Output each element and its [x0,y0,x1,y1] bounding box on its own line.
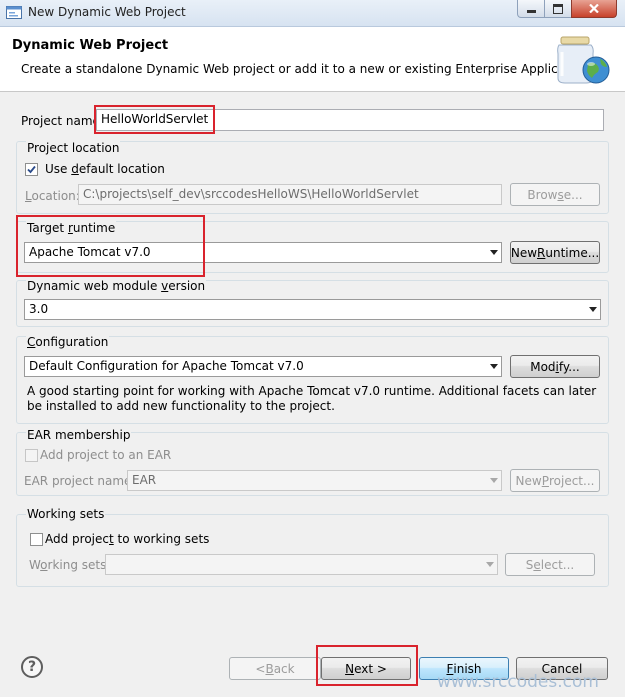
module-version-select[interactable]: 3.0 [24,299,601,320]
help-icon[interactable]: ? [21,656,43,678]
configuration-value: Default Configuration for Apache Tomcat … [29,359,304,373]
configuration-description: A good starting point for working with A… [27,384,597,413]
dropdown-arrow-icon [589,307,597,312]
maximize-icon [553,3,563,14]
ear-project-name-value: EAR [132,473,157,487]
configuration-select[interactable]: Default Configuration for Apache Tomcat … [24,356,502,377]
project-name-highlight [94,105,215,134]
ear-project-name-select[interactable]: EAR [127,470,502,491]
maximize-button[interactable] [544,0,572,18]
check-icon [27,165,36,174]
dropdown-arrow-icon [490,364,498,369]
module-version-value: 3.0 [29,302,49,316]
working-sets-label: Working sets [26,507,106,521]
wizard-description: Create a standalone Dynamic Web project … [21,62,592,76]
browse-button[interactable]: Brow s e... [510,183,600,206]
add-to-working-sets-label: Add project to working sets [45,532,210,546]
working-sets-select[interactable] [105,554,498,575]
location-input[interactable]: C:\projects\self_dev\srccodesHelloWS\Hel… [78,184,502,205]
target-runtime-highlight [16,215,205,277]
jar-globe-icon [553,34,611,86]
project-location-label: Project location [26,141,121,155]
working-sets-field-label: Working sets: [29,558,111,572]
dropdown-arrow-icon [486,562,494,567]
configuration-label: Configuration [26,335,110,349]
add-to-ear-checkbox[interactable] [25,449,38,462]
dropdown-arrow-icon [490,250,498,255]
working-sets-group [16,514,609,587]
minimize-button[interactable] [517,0,545,18]
ear-project-name-label: EAR project name: [24,474,136,488]
close-icon [589,4,599,13]
dropdown-arrow-icon [490,478,498,483]
use-default-location-label: Use default location [45,162,165,176]
add-to-working-sets-checkbox[interactable] [30,533,43,546]
use-default-location-checkbox[interactable] [25,163,38,176]
wizard-title: Dynamic Web Project [12,38,169,53]
next-button-highlight [316,645,418,686]
select-working-sets-button[interactable]: Se lect... [505,553,595,576]
location-label: Location: [25,189,80,203]
close-button[interactable] [571,0,617,18]
watermark-text: www.srccodes.com [437,672,599,692]
help-glyph: ? [27,659,37,675]
add-to-ear-label: Add project to an EAR [40,448,172,462]
app-window-icon [6,5,22,20]
ear-membership-label: EAR membership [26,428,132,442]
module-version-label: Dynamic web module version [26,279,207,293]
new-runtime-button[interactable]: New Runtime... [510,241,600,264]
location-value: C:\projects\self_dev\srccodesHelloWS\Hel… [83,187,419,201]
modify-button[interactable]: Mod i fy... [510,355,600,378]
project-name-label: Project name: [21,114,104,128]
wizard-header [0,27,625,92]
back-button[interactable]: < Back [229,657,321,680]
minimize-icon [526,10,536,13]
new-ear-project-button[interactable]: New Project... [510,469,600,492]
window-title: New Dynamic Web Project [28,5,186,19]
